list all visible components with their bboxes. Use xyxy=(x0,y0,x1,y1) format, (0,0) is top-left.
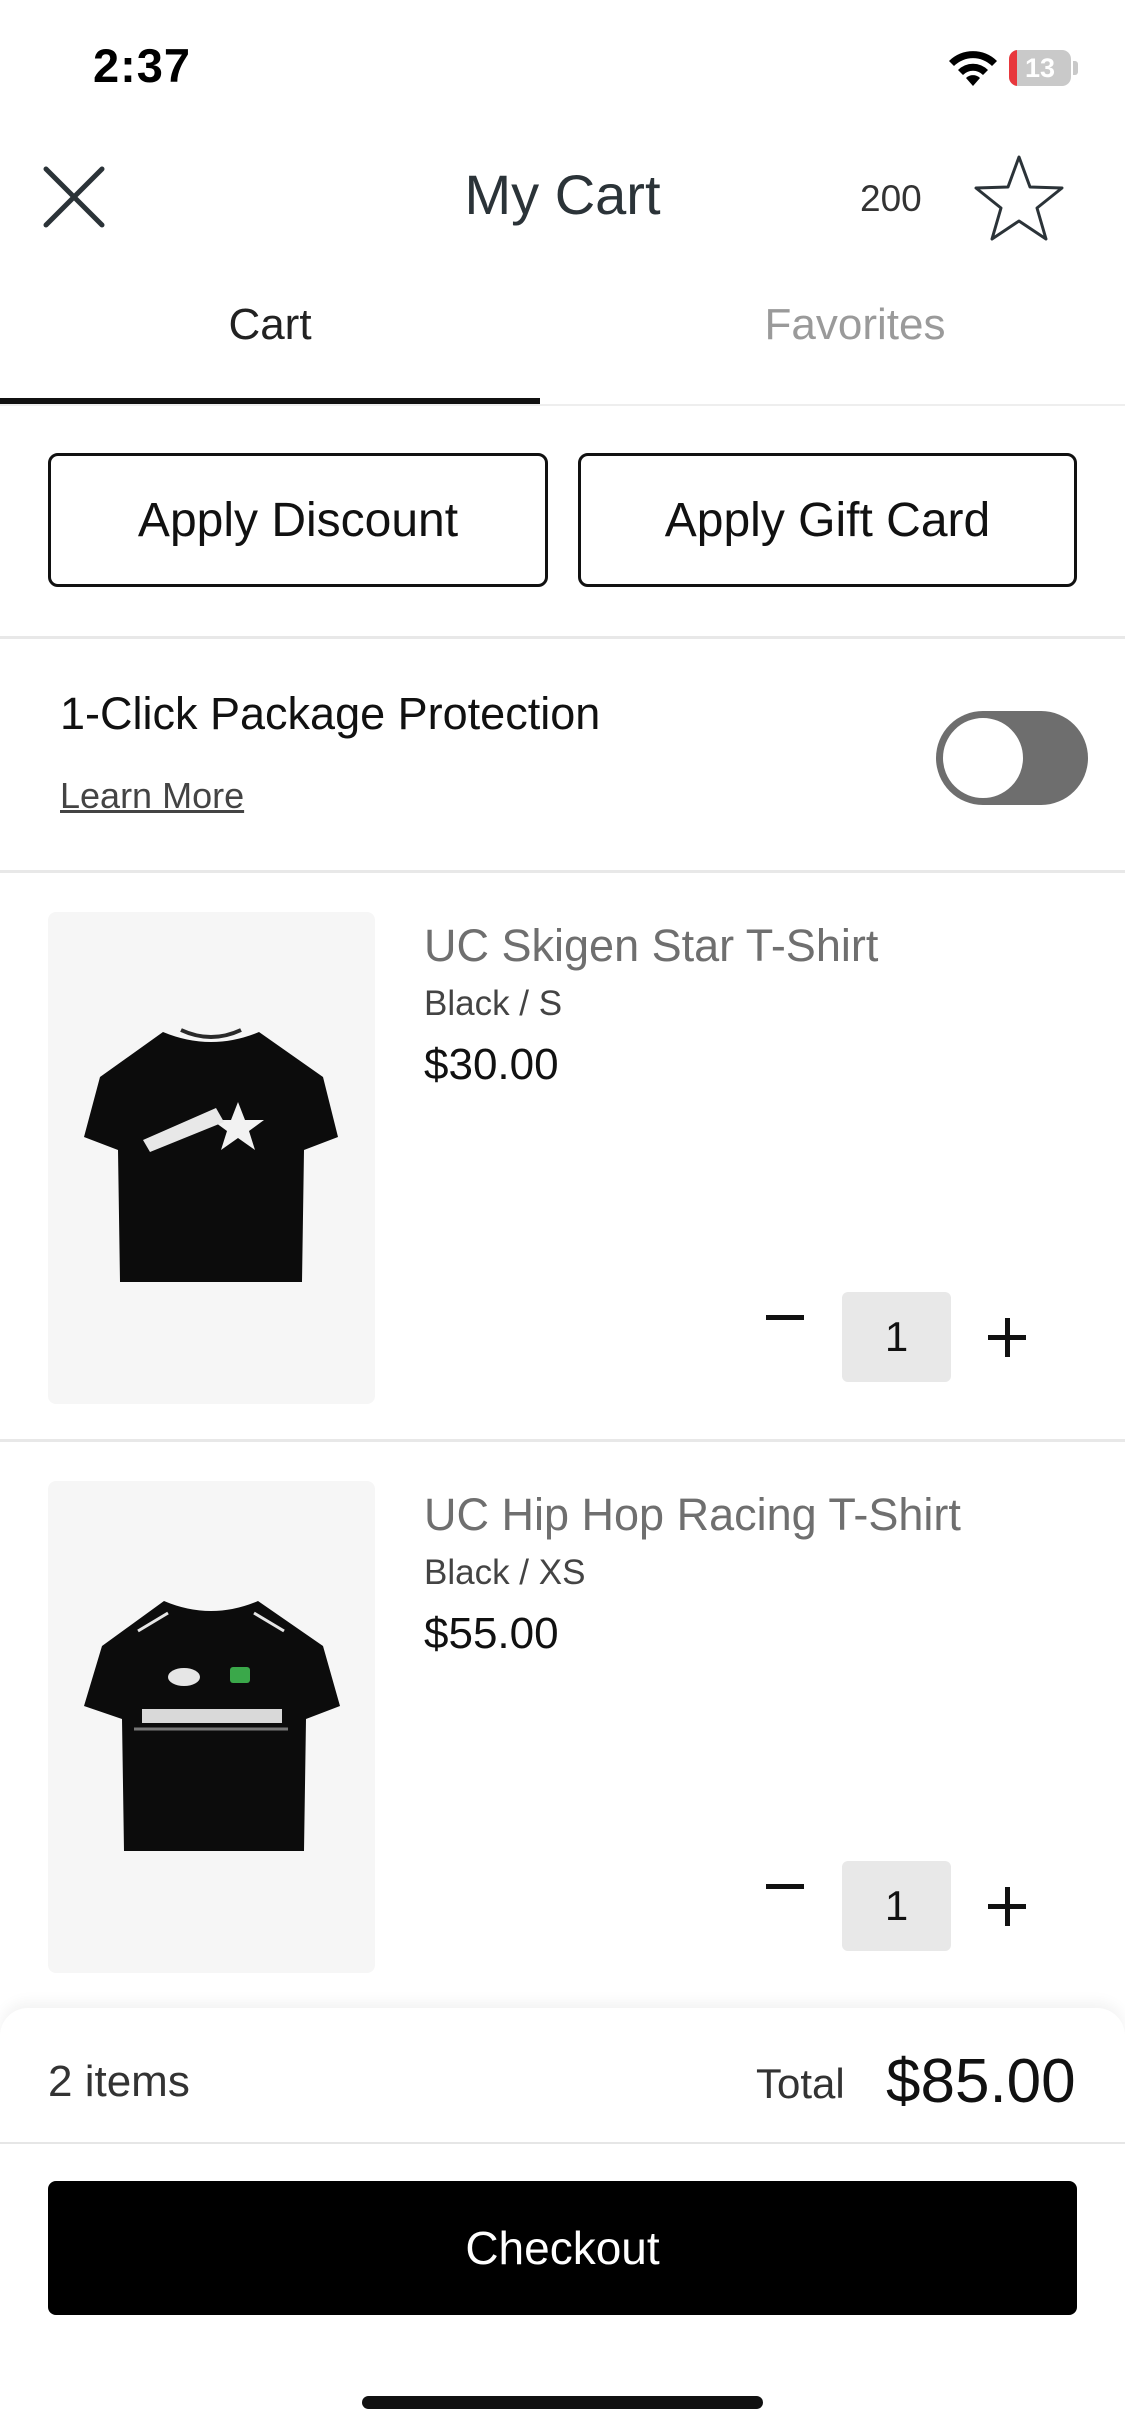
decrease-quantity-button[interactable] xyxy=(760,1287,810,1347)
tab-favorites[interactable]: Favorites xyxy=(585,300,1125,350)
status-time: 2:37 xyxy=(93,39,192,92)
package-protection-title: 1-Click Package Protection xyxy=(60,688,601,739)
product-image[interactable] xyxy=(48,1481,375,1973)
decrease-quantity-button[interactable] xyxy=(760,1856,810,1916)
apply-discount-button[interactable]: Apply Discount xyxy=(48,453,548,587)
items-count: 2 items xyxy=(48,2057,190,2106)
total-label: Total xyxy=(756,2060,845,2107)
battery-icon: 13 xyxy=(1009,50,1079,86)
home-indicator xyxy=(362,2396,763,2409)
product-variant: Black / S xyxy=(424,984,563,1023)
toggle-knob xyxy=(940,715,1026,801)
learn-more-link[interactable]: Learn More xyxy=(60,775,244,817)
cart-item: UC Skigen Star T-Shirt Black / S $30.00 … xyxy=(0,912,1125,1482)
cart-item: UC Hip Hop Racing T-Shirt Black / XS $55… xyxy=(0,1481,1125,2051)
quantity-value: 1 xyxy=(842,1861,951,1951)
wifi-icon xyxy=(949,51,997,86)
checkout-button[interactable]: Checkout xyxy=(48,2181,1077,2315)
points-count: 200 xyxy=(860,178,922,219)
quantity-value: 1 xyxy=(842,1292,951,1382)
product-name[interactable]: UC Hip Hop Racing T-Shirt xyxy=(424,1489,961,1541)
star-icon[interactable] xyxy=(972,153,1066,243)
total-value: $85.00 xyxy=(886,2047,1076,2116)
apply-gift-card-button[interactable]: Apply Gift Card xyxy=(578,453,1077,587)
divider xyxy=(0,1439,1125,1442)
product-variant: Black / XS xyxy=(424,1553,586,1592)
increase-quantity-button[interactable] xyxy=(982,1307,1032,1367)
product-price: $55.00 xyxy=(424,1609,559,1658)
product-image[interactable] xyxy=(48,912,375,1404)
product-price: $30.00 xyxy=(424,1040,559,1089)
product-name[interactable]: UC Skigen Star T-Shirt xyxy=(424,920,878,972)
divider xyxy=(0,870,1125,873)
increase-quantity-button[interactable] xyxy=(982,1876,1032,1936)
page-title: My Cart xyxy=(464,163,661,226)
divider xyxy=(0,636,1125,639)
divider xyxy=(0,2142,1125,2144)
tab-cart[interactable]: Cart xyxy=(0,300,540,350)
battery-percentage: 13 xyxy=(1024,53,1056,83)
tab-divider xyxy=(0,404,1125,406)
package-protection-toggle[interactable] xyxy=(936,711,1088,805)
